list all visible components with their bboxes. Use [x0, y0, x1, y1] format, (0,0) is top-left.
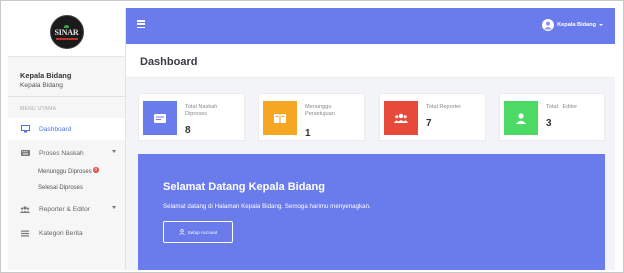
avatar[interactable]: [542, 19, 555, 31]
welcome-text: Selamat datang di Halaman Kepala Bidang.…: [163, 203, 371, 210]
users-icon: [20, 204, 30, 214]
sub-label-selesai: Selesai Diproses: [38, 185, 84, 191]
main-content: Total Naskah Diproses 8 Menunggu Persetu…: [126, 78, 615, 270]
nav-item-dashboard[interactable]: Dashboard: [8, 118, 125, 140]
page-title: Dashboard: [140, 56, 198, 68]
chevron-down-icon[interactable]: [112, 150, 116, 153]
welcome-banner: Selamat Datang Kepala Bidang Selamat dat…: [138, 154, 605, 270]
user-name: Kepala Bidang: [20, 71, 72, 80]
nav-item-proses-naskah[interactable]: Proses Naskah: [8, 142, 125, 164]
user-role: Kepala Bidang: [20, 82, 63, 89]
notification-badge: 0: [92, 167, 99, 173]
sidebar: SINAR Kepala Bidang Kepala Bidang MENU U…: [8, 8, 126, 270]
stat-value: 1: [305, 128, 311, 139]
nav-item-reporter-editor[interactable]: Reporter & Editor: [8, 198, 125, 220]
stat-value: 8: [185, 125, 191, 136]
monitor-icon: [20, 124, 30, 134]
book-icon: [263, 101, 297, 135]
chevron-down-icon[interactable]: [112, 206, 116, 209]
logo[interactable]: SINAR: [49, 15, 84, 49]
nav-label-dashboard: Dashboard: [39, 125, 72, 133]
chevron-down-icon: [599, 24, 603, 26]
logo-text: SINAR: [54, 27, 79, 37]
menu-heading: MENU UTAMA: [20, 106, 57, 112]
user-icon: [504, 101, 538, 135]
page-header: Dashboard: [126, 44, 615, 78]
sub-item-selesai-diproses[interactable]: Selesai Diproses: [8, 180, 125, 196]
setup-account-button[interactable]: Setup Account: [163, 221, 233, 243]
nav-item-kategori-berita[interactable]: Kategori Berita: [8, 222, 125, 244]
hamburger-menu-icon[interactable]: [137, 20, 145, 28]
nav-label-reporter-editor: Reporter & Editor: [39, 205, 90, 213]
setup-account-label: Setup Account: [187, 229, 218, 235]
profile-name: Kepala Bidang: [557, 22, 596, 28]
users-icon: [384, 101, 418, 135]
topbar: Kepala Bidang: [126, 8, 615, 44]
stat-card-menunggu-persetujuan: Menunggu Persetujuan 1: [258, 93, 365, 141]
stat-label: Total Editor: [546, 104, 578, 110]
stat-value: 3: [546, 118, 552, 129]
stat-card-total-naskah: Total Naskah Diproses 8: [138, 93, 245, 141]
logo-area[interactable]: SINAR: [8, 8, 125, 57]
stat-label: Menunggu Persetujuan: [305, 104, 335, 117]
document-icon: [143, 101, 177, 135]
stat-card-total-reporter: Total Reporter 7: [379, 93, 486, 141]
logo-underline: [55, 37, 78, 40]
sub-item-menunggu-diproses[interactable]: Menunggu Diproses 0: [8, 164, 125, 180]
list-icon: [20, 228, 30, 238]
welcome-title: Selamat Datang Kepala Bidang: [163, 181, 325, 193]
stat-label: Total Reporter: [426, 104, 462, 110]
sub-label-menunggu: Menunggu Diproses: [38, 169, 92, 175]
stat-label: Total Naskah Diproses: [185, 104, 218, 117]
stat-card-total-editor: Total Editor 3: [499, 93, 605, 141]
user-info: Kepala Bidang Kepala Bidang: [8, 57, 125, 97]
keyboard-icon: [20, 148, 30, 158]
nav-label-kategori-berita: Kategori Berita: [39, 229, 83, 237]
profile-dropdown[interactable]: Kepala Bidang: [542, 19, 603, 31]
user-icon: [178, 229, 185, 235]
stat-value: 7: [426, 118, 432, 129]
nav-label-proses-naskah: Proses Naskah: [39, 149, 84, 157]
